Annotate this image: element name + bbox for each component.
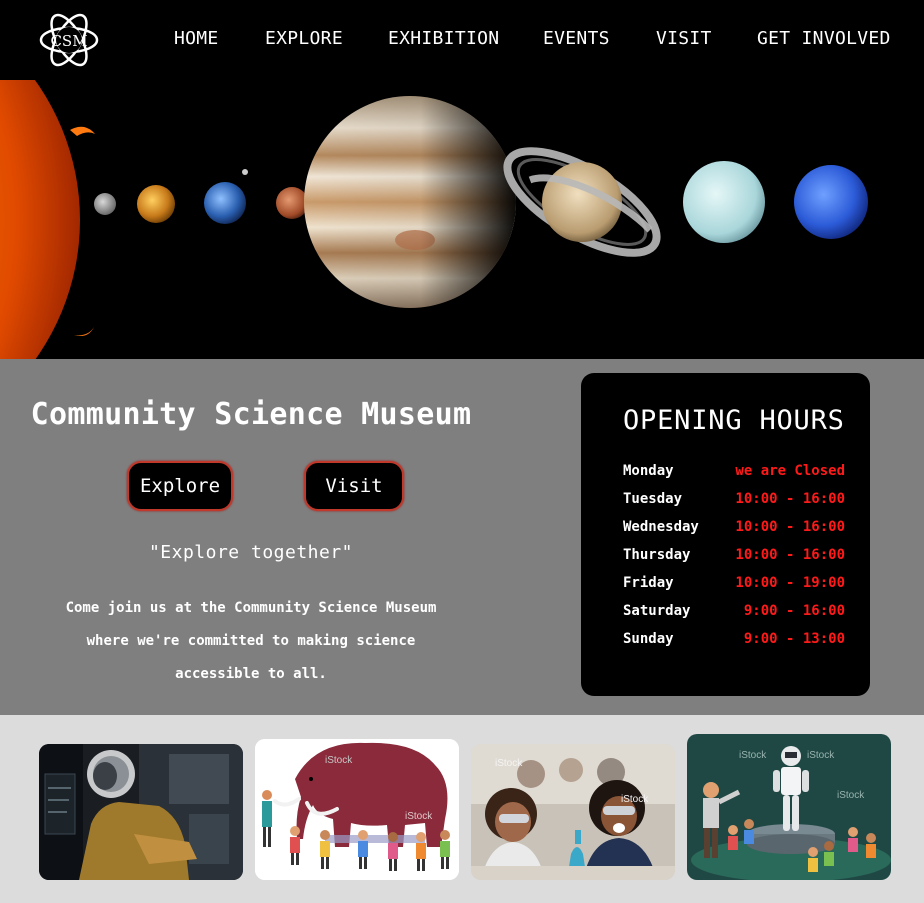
hours-time: we are Closed xyxy=(735,463,845,479)
gallery: iStock iStock iStock iStock iStock iStoc… xyxy=(0,715,924,903)
hours-row: Wednesday 10:00 - 16:00 xyxy=(623,519,845,539)
earth-image xyxy=(204,182,246,224)
tagline: "Explore together" xyxy=(148,542,354,563)
hours-row: Thursday 10:00 - 16:00 xyxy=(623,547,845,567)
nav-item-events[interactable]: EVENTS xyxy=(543,28,610,49)
watermark: iStock xyxy=(739,750,767,761)
uranus-image xyxy=(683,161,765,243)
hours-day: Monday xyxy=(623,463,674,479)
mars-image xyxy=(276,187,308,219)
gallery-card-science-lab[interactable]: iStock iStock xyxy=(471,744,675,880)
hours-row: Sunday 9:00 - 13:00 xyxy=(623,631,845,651)
hours-time: 10:00 - 19:00 xyxy=(735,575,845,591)
hours-row: Monday we are Closed xyxy=(623,463,845,483)
hours-time: 9:00 - 13:00 xyxy=(735,631,845,647)
kids-science-lab-image: iStock iStock xyxy=(471,744,675,880)
hours-day: Friday xyxy=(623,575,674,591)
description-line: where we're committed to making science xyxy=(86,633,416,649)
hours-day: Saturday xyxy=(623,603,691,619)
hours-time: 10:00 - 16:00 xyxy=(735,491,845,507)
astronaut-exhibit-image xyxy=(39,744,243,880)
description-line: accessible to all. xyxy=(175,666,327,682)
hours-time: 9:00 - 16:00 xyxy=(735,603,845,619)
nav-item-home[interactable]: HOME xyxy=(174,28,219,49)
description: Come join us at the Community Science Mu… xyxy=(46,592,456,691)
jupiter-image xyxy=(304,96,516,308)
nav-item-explore[interactable]: EXPLORE xyxy=(265,28,343,49)
nav-item-visit[interactable]: VISIT xyxy=(656,28,712,49)
hours-time: 10:00 - 16:00 xyxy=(735,547,845,563)
nav-item-exhibition[interactable]: EXHIBITION xyxy=(388,28,499,49)
hours-row: Friday 10:00 - 19:00 xyxy=(623,575,845,595)
robot-exhibit-illustration-image: iStock iStock iStock xyxy=(687,734,891,880)
page-title: Community Science Museum xyxy=(30,397,472,432)
hours-row: Tuesday 10:00 - 16:00 xyxy=(623,491,845,511)
opening-hours-panel: OPENING HOURS Monday we are Closed Tuesd… xyxy=(581,373,870,696)
hours-day: Sunday xyxy=(623,631,674,647)
nav-menu: HOME EXPLORE EXHIBITION EVENTS VISIT GET… xyxy=(0,0,924,80)
hours-day: Tuesday xyxy=(623,491,683,507)
mammoth-illustration-image: iStock iStock xyxy=(255,739,459,880)
hours-day: Thursday xyxy=(623,547,691,563)
hours-day: Wednesday xyxy=(623,519,699,535)
watermark: iStock xyxy=(837,790,865,801)
visit-button[interactable]: Visit xyxy=(304,461,404,511)
hero-solar-system-image xyxy=(0,80,924,359)
hours-row: Saturday 9:00 - 16:00 xyxy=(623,603,845,623)
watermark: iStock xyxy=(405,811,433,822)
mercury-image xyxy=(94,193,116,215)
description-line: Come join us at the Community Science Mu… xyxy=(65,600,437,616)
watermark: iStock xyxy=(325,755,353,766)
watermark: iStock xyxy=(495,758,523,769)
venus-image xyxy=(137,185,175,223)
gallery-card-robot-exhibit[interactable]: iStock iStock iStock xyxy=(687,734,891,880)
moon-image xyxy=(242,169,248,175)
watermark: iStock xyxy=(807,750,835,761)
gallery-card-astronaut[interactable] xyxy=(39,744,243,880)
nav-item-get-involved[interactable]: GET INVOLVED xyxy=(757,28,891,49)
hours-time: 10:00 - 16:00 xyxy=(735,519,845,535)
watermark: iStock xyxy=(621,794,649,805)
explore-button[interactable]: Explore xyxy=(127,461,233,511)
neptune-image xyxy=(794,165,868,239)
gallery-card-mammoth[interactable]: iStock iStock xyxy=(255,739,459,880)
intro-section: Community Science Museum Explore Visit "… xyxy=(0,359,924,715)
opening-hours-title: OPENING HOURS xyxy=(623,405,845,436)
top-navigation: CSM HOME EXPLORE EXHIBITION EVENTS VISIT… xyxy=(0,0,924,80)
